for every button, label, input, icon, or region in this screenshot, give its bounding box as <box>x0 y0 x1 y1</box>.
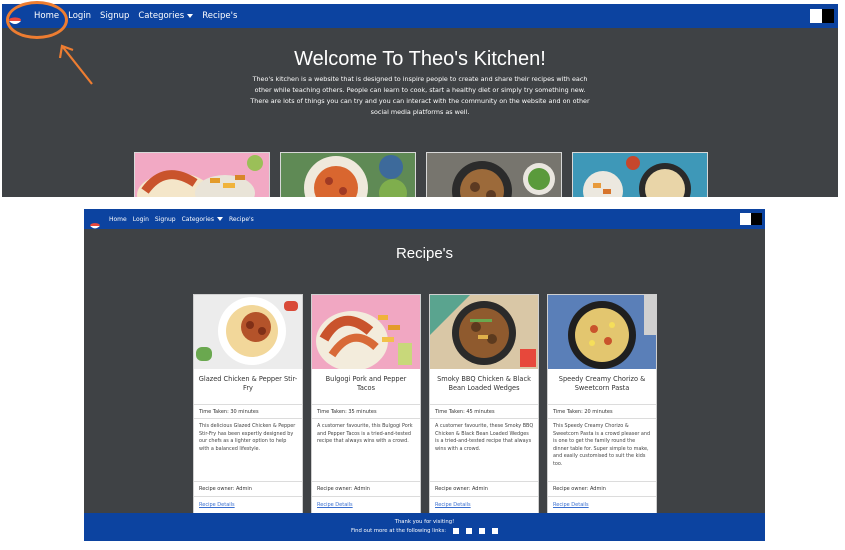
recipe-image-tacos <box>312 295 420 369</box>
recipe-description: This delicious Glazed Chicken & Pepper S… <box>199 423 296 452</box>
hero-image-wedges <box>572 152 708 197</box>
facebook-icon[interactable] <box>453 528 460 534</box>
navbar: Home Login Signup Categories Recipe's <box>2 4 838 28</box>
divider <box>430 404 538 405</box>
recipe-title: Smoky BBQ Chicken & Black Bean Loaded We… <box>437 375 531 392</box>
recipe-owner: Recipe owner: Admin <box>199 486 252 492</box>
recipe-card: Speedy Creamy Chorizo & Sweetcorn Pasta … <box>547 294 657 524</box>
chevron-down-icon <box>187 13 194 18</box>
nav-categories[interactable]: Categories <box>138 11 194 21</box>
recipe-title: Bulgogi Pork and Pepper Tacos <box>325 375 407 392</box>
recipe-details-link[interactable]: Recipe Details <box>199 502 235 508</box>
divider <box>312 496 420 497</box>
nav-login[interactable]: Login <box>133 216 149 223</box>
recipe-details-link[interactable]: Recipe Details <box>317 502 353 508</box>
recipe-image-wedges <box>430 295 538 369</box>
nav-recipes[interactable]: Recipe's <box>229 216 254 223</box>
nav-login[interactable]: Login <box>68 11 91 21</box>
instagram-icon[interactable] <box>479 528 486 534</box>
footer-links-label: Find out more at the following links: <box>350 528 447 534</box>
chevron-down-icon <box>216 217 223 221</box>
divider <box>548 418 656 419</box>
divider <box>194 481 302 482</box>
recipe-card: Smoky BBQ Chicken & Black Bean Loaded We… <box>429 294 539 524</box>
footer-links-row: Find out more at the following links: <box>84 528 765 534</box>
recipe-details-link[interactable]: Recipe Details <box>435 502 471 508</box>
recipe-owner: Recipe owner: Admin <box>317 486 370 492</box>
footer-thanks: Thank you for visiting! <box>394 519 455 525</box>
divider <box>548 404 656 405</box>
divider <box>430 481 538 482</box>
hero-image-pasta <box>280 152 416 197</box>
recipe-owner: Recipe owner: Admin <box>553 486 606 492</box>
recipe-time: Time Taken: 45 minutes <box>435 409 495 415</box>
bowl-icon[interactable] <box>89 215 101 229</box>
divider <box>548 481 656 482</box>
dark-swatch <box>751 213 762 225</box>
recipes-page-screenshot: Home Login Signup Categories Recipe's Re… <box>84 209 765 541</box>
nav-categories[interactable]: Categories <box>182 216 223 223</box>
divider <box>430 496 538 497</box>
recipe-time: Time Taken: 35 minutes <box>317 409 377 415</box>
navbar: Home Login Signup Categories Recipe's <box>84 209 765 229</box>
twitter-icon[interactable] <box>466 528 473 534</box>
recipe-owner: Recipe owner: Admin <box>435 486 488 492</box>
recipe-time: Time Taken: 20 minutes <box>553 409 613 415</box>
nav-signup[interactable]: Signup <box>155 216 176 223</box>
highlight-circle <box>6 1 68 39</box>
light-swatch <box>740 213 751 225</box>
recipe-time: Time Taken: 30 minutes <box>199 409 259 415</box>
recipe-description: A customer favourite, these Smoky BBQ Ch… <box>435 423 534 452</box>
footer: Thank you for visiting! Find out more at… <box>84 513 765 541</box>
recipe-description: A customer favourite, this Bulgogi Pork … <box>317 423 413 445</box>
recipe-title: Glazed Chicken & Pepper Stir-Fry <box>198 375 298 392</box>
dark-swatch <box>822 9 834 23</box>
recipe-details-link[interactable]: Recipe Details <box>553 502 589 508</box>
light-swatch <box>810 9 822 23</box>
recipe-card: Bulgogi Pork and Pepper Tacos Time Taken… <box>311 294 421 524</box>
nav-categories-label: Categories <box>138 11 185 21</box>
hero-text: Theo's kitchen is a website that is desi… <box>250 75 590 116</box>
hero-image-beans <box>426 152 562 197</box>
recipe-title: Speedy Creamy Chorizo & Sweetcorn Pasta <box>558 375 646 392</box>
hero-image-tacos <box>134 152 270 197</box>
nav-home[interactable]: Home <box>109 216 127 223</box>
recipe-image-stir-fry <box>194 295 302 369</box>
divider <box>430 418 538 419</box>
nav-recipes[interactable]: Recipe's <box>202 11 237 21</box>
youtube-icon[interactable] <box>492 528 499 534</box>
divider <box>548 496 656 497</box>
recipe-card: Glazed Chicken & Pepper Stir-Fry Time Ta… <box>193 294 303 524</box>
theme-toggle[interactable] <box>810 9 834 23</box>
recipe-image-pasta <box>548 295 656 369</box>
divider <box>194 496 302 497</box>
recipe-description: This Speedy Creamy Chorizo & Sweetcorn P… <box>553 423 651 467</box>
divider <box>312 418 420 419</box>
annotation-arrow-icon <box>58 44 93 85</box>
divider <box>312 481 420 482</box>
theme-toggle[interactable] <box>740 213 762 225</box>
nav-signup[interactable]: Signup <box>100 11 129 21</box>
hero-title: Welcome To Theo's Kitchen! <box>294 48 546 70</box>
nav-categories-label: Categories <box>181 215 214 223</box>
divider <box>312 404 420 405</box>
divider <box>194 418 302 419</box>
home-page-screenshot: Home Login Signup Categories Recipe's We… <box>2 4 838 197</box>
divider <box>194 404 302 405</box>
page-title: Recipe's <box>395 245 454 262</box>
